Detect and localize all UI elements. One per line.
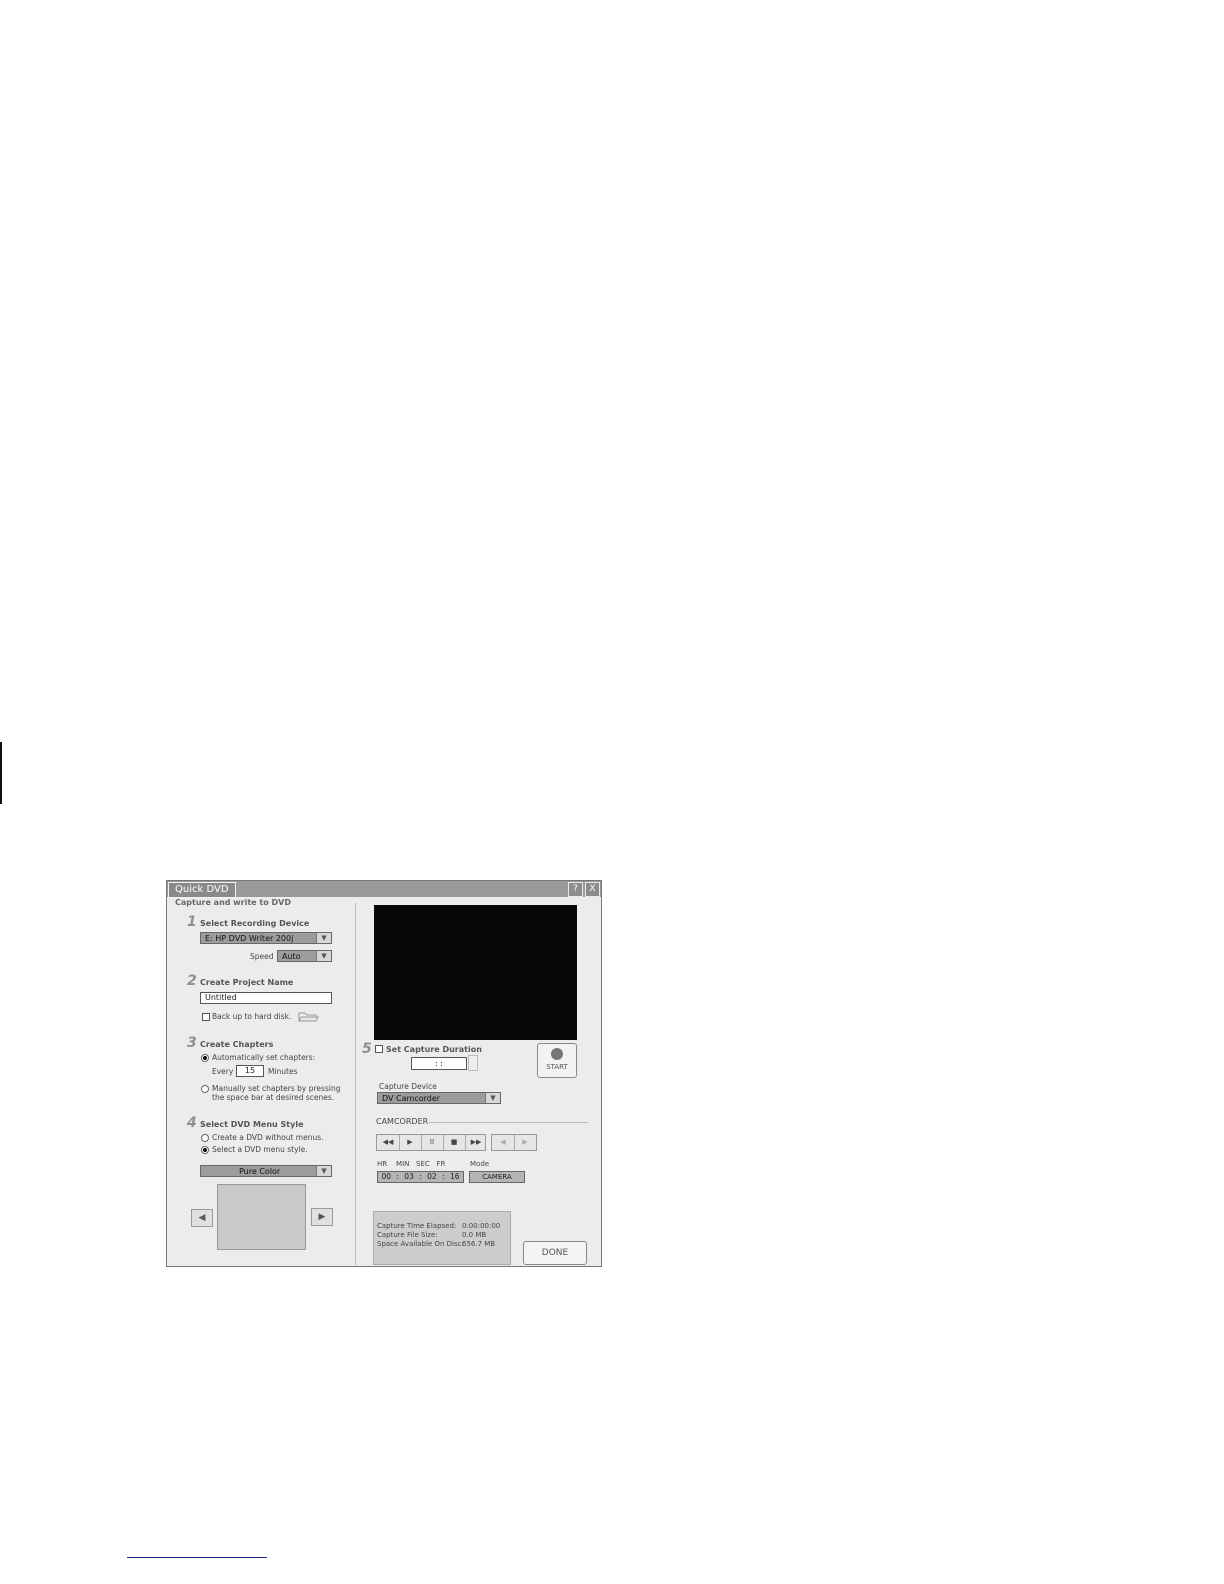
space-available-value: 656.7 MB	[462, 1240, 496, 1248]
backup-label: Back up to hard disk.	[212, 1012, 292, 1021]
file-size-value: 0.0 MB	[462, 1231, 487, 1239]
chevron-down-icon: ▼	[316, 933, 331, 943]
step-3-number: 3	[187, 1035, 197, 1051]
step-controls: ◀ ▶	[491, 1134, 537, 1151]
capture-device-value: DV Camcorder	[382, 1094, 441, 1103]
manual-chapters-radio[interactable]	[201, 1085, 209, 1093]
step-1-heading: Select Recording Device	[200, 919, 310, 928]
next-menu-style-button[interactable]: ▶	[311, 1208, 333, 1226]
folder-icon[interactable]	[297, 1010, 319, 1022]
arrow-left-icon: ◀	[198, 1213, 206, 1223]
video-preview	[374, 905, 577, 1040]
step-3-heading: Create Chapters	[200, 1040, 274, 1049]
mode-display[interactable]: CAMERA	[469, 1171, 525, 1183]
pause-button[interactable]: II	[421, 1135, 444, 1150]
panel-divider	[355, 903, 356, 1265]
capture-duration-checkbox[interactable]	[375, 1045, 383, 1053]
help-button[interactable]: ?	[568, 882, 583, 897]
chevron-down-icon: ▼	[485, 1093, 500, 1103]
menu-style-select[interactable]: Pure Color ▼	[200, 1165, 332, 1177]
menu-style-preview	[217, 1184, 306, 1250]
recording-device-value: E: HP DVD Writer 200j	[205, 934, 294, 943]
backup-checkbox[interactable]	[202, 1013, 210, 1021]
camcorder-separator	[429, 1122, 588, 1123]
chevron-down-icon: ▼	[316, 951, 331, 961]
manual-chapters-label: Manually set chapters by pressing the sp…	[212, 1084, 340, 1102]
minutes-label: Minutes	[268, 1067, 298, 1076]
transport-controls: ◀◀ ▶ II ■ ▶▶	[376, 1134, 486, 1151]
with-menu-label: Select a DVD menu style.	[212, 1145, 308, 1154]
elapsed-label: Capture Time Elapsed:	[377, 1222, 457, 1230]
rewind-button[interactable]: ◀◀	[377, 1135, 400, 1150]
step-4-number: 4	[187, 1115, 197, 1131]
step-5-number: 5	[362, 1041, 372, 1057]
project-name-input[interactable]: Untitled	[200, 992, 332, 1004]
timecode-display: 00 : 03 : 02 : 16	[377, 1171, 464, 1183]
auto-chapters-label: Automatically set chapters:	[212, 1053, 316, 1062]
window-title: Quick DVD	[168, 882, 236, 898]
space-available-label: Space Available On Disc:	[377, 1240, 464, 1248]
timecode-headers: HR MIN SEC FR	[377, 1160, 446, 1168]
speed-label: Speed	[250, 952, 274, 961]
capture-duration-input[interactable]: : :	[411, 1057, 467, 1070]
start-button[interactable]: START	[537, 1043, 577, 1078]
title-bar: Quick DVD ? X	[167, 881, 601, 898]
mode-label: Mode	[470, 1160, 490, 1168]
speed-select[interactable]: Auto ▼	[277, 950, 332, 962]
page-margin-mark	[0, 742, 2, 804]
manual-chapters-line-1: Manually set chapters by pressing	[212, 1084, 341, 1093]
duration-spinner[interactable]	[468, 1055, 478, 1071]
close-button[interactable]: X	[585, 882, 600, 897]
camcorder-section-label: CAMCORDER	[376, 1117, 429, 1126]
quick-dvd-window: Quick DVD ? X Capture and write to DVD 1…	[166, 880, 602, 1267]
capture-device-label: Capture Device	[379, 1082, 437, 1091]
step-1-number: 1	[187, 914, 197, 930]
step-2-number: 2	[187, 973, 197, 989]
window-subtitle: Capture and write to DVD	[175, 898, 291, 907]
play-button[interactable]: ▶	[399, 1135, 422, 1150]
next-frame-button[interactable]: ▶	[514, 1135, 536, 1150]
speed-value: Auto	[282, 952, 301, 961]
start-label: START	[546, 1063, 568, 1071]
step-4-heading: Select DVD Menu Style	[200, 1120, 304, 1129]
capture-duration-label: Set Capture Duration	[386, 1045, 482, 1054]
recording-device-select[interactable]: E: HP DVD Writer 200j ▼	[200, 932, 332, 944]
previous-frame-button[interactable]: ◀	[492, 1135, 515, 1150]
chapter-interval-input[interactable]: 15	[236, 1065, 264, 1077]
prev-menu-style-button[interactable]: ◀	[191, 1209, 213, 1227]
every-label: Every	[212, 1067, 234, 1076]
capture-device-select[interactable]: DV Camcorder ▼	[377, 1092, 501, 1104]
with-menu-radio[interactable]	[201, 1146, 209, 1154]
arrow-right-icon: ▶	[318, 1212, 326, 1222]
chevron-down-icon: ▼	[316, 1166, 331, 1176]
file-size-label: Capture File Size:	[377, 1231, 438, 1239]
fast-forward-button[interactable]: ▶▶	[465, 1135, 487, 1150]
record-icon	[551, 1048, 563, 1060]
elapsed-value: 0:00:00:00	[462, 1222, 501, 1230]
step-2-heading: Create Project Name	[200, 978, 294, 987]
stop-button[interactable]: ■	[443, 1135, 466, 1150]
menu-style-value: Pure Color	[239, 1167, 281, 1176]
auto-chapters-radio[interactable]	[201, 1054, 209, 1062]
no-menu-radio[interactable]	[201, 1134, 209, 1142]
no-menu-label: Create a DVD without menus.	[212, 1133, 324, 1142]
footer-rule	[127, 1557, 267, 1558]
manual-chapters-line-2: the space bar at desired scenes.	[212, 1093, 335, 1102]
capture-stats-panel: Capture Time Elapsed: 0:00:00:00 Capture…	[373, 1211, 511, 1265]
done-button[interactable]: DONE	[523, 1241, 587, 1265]
